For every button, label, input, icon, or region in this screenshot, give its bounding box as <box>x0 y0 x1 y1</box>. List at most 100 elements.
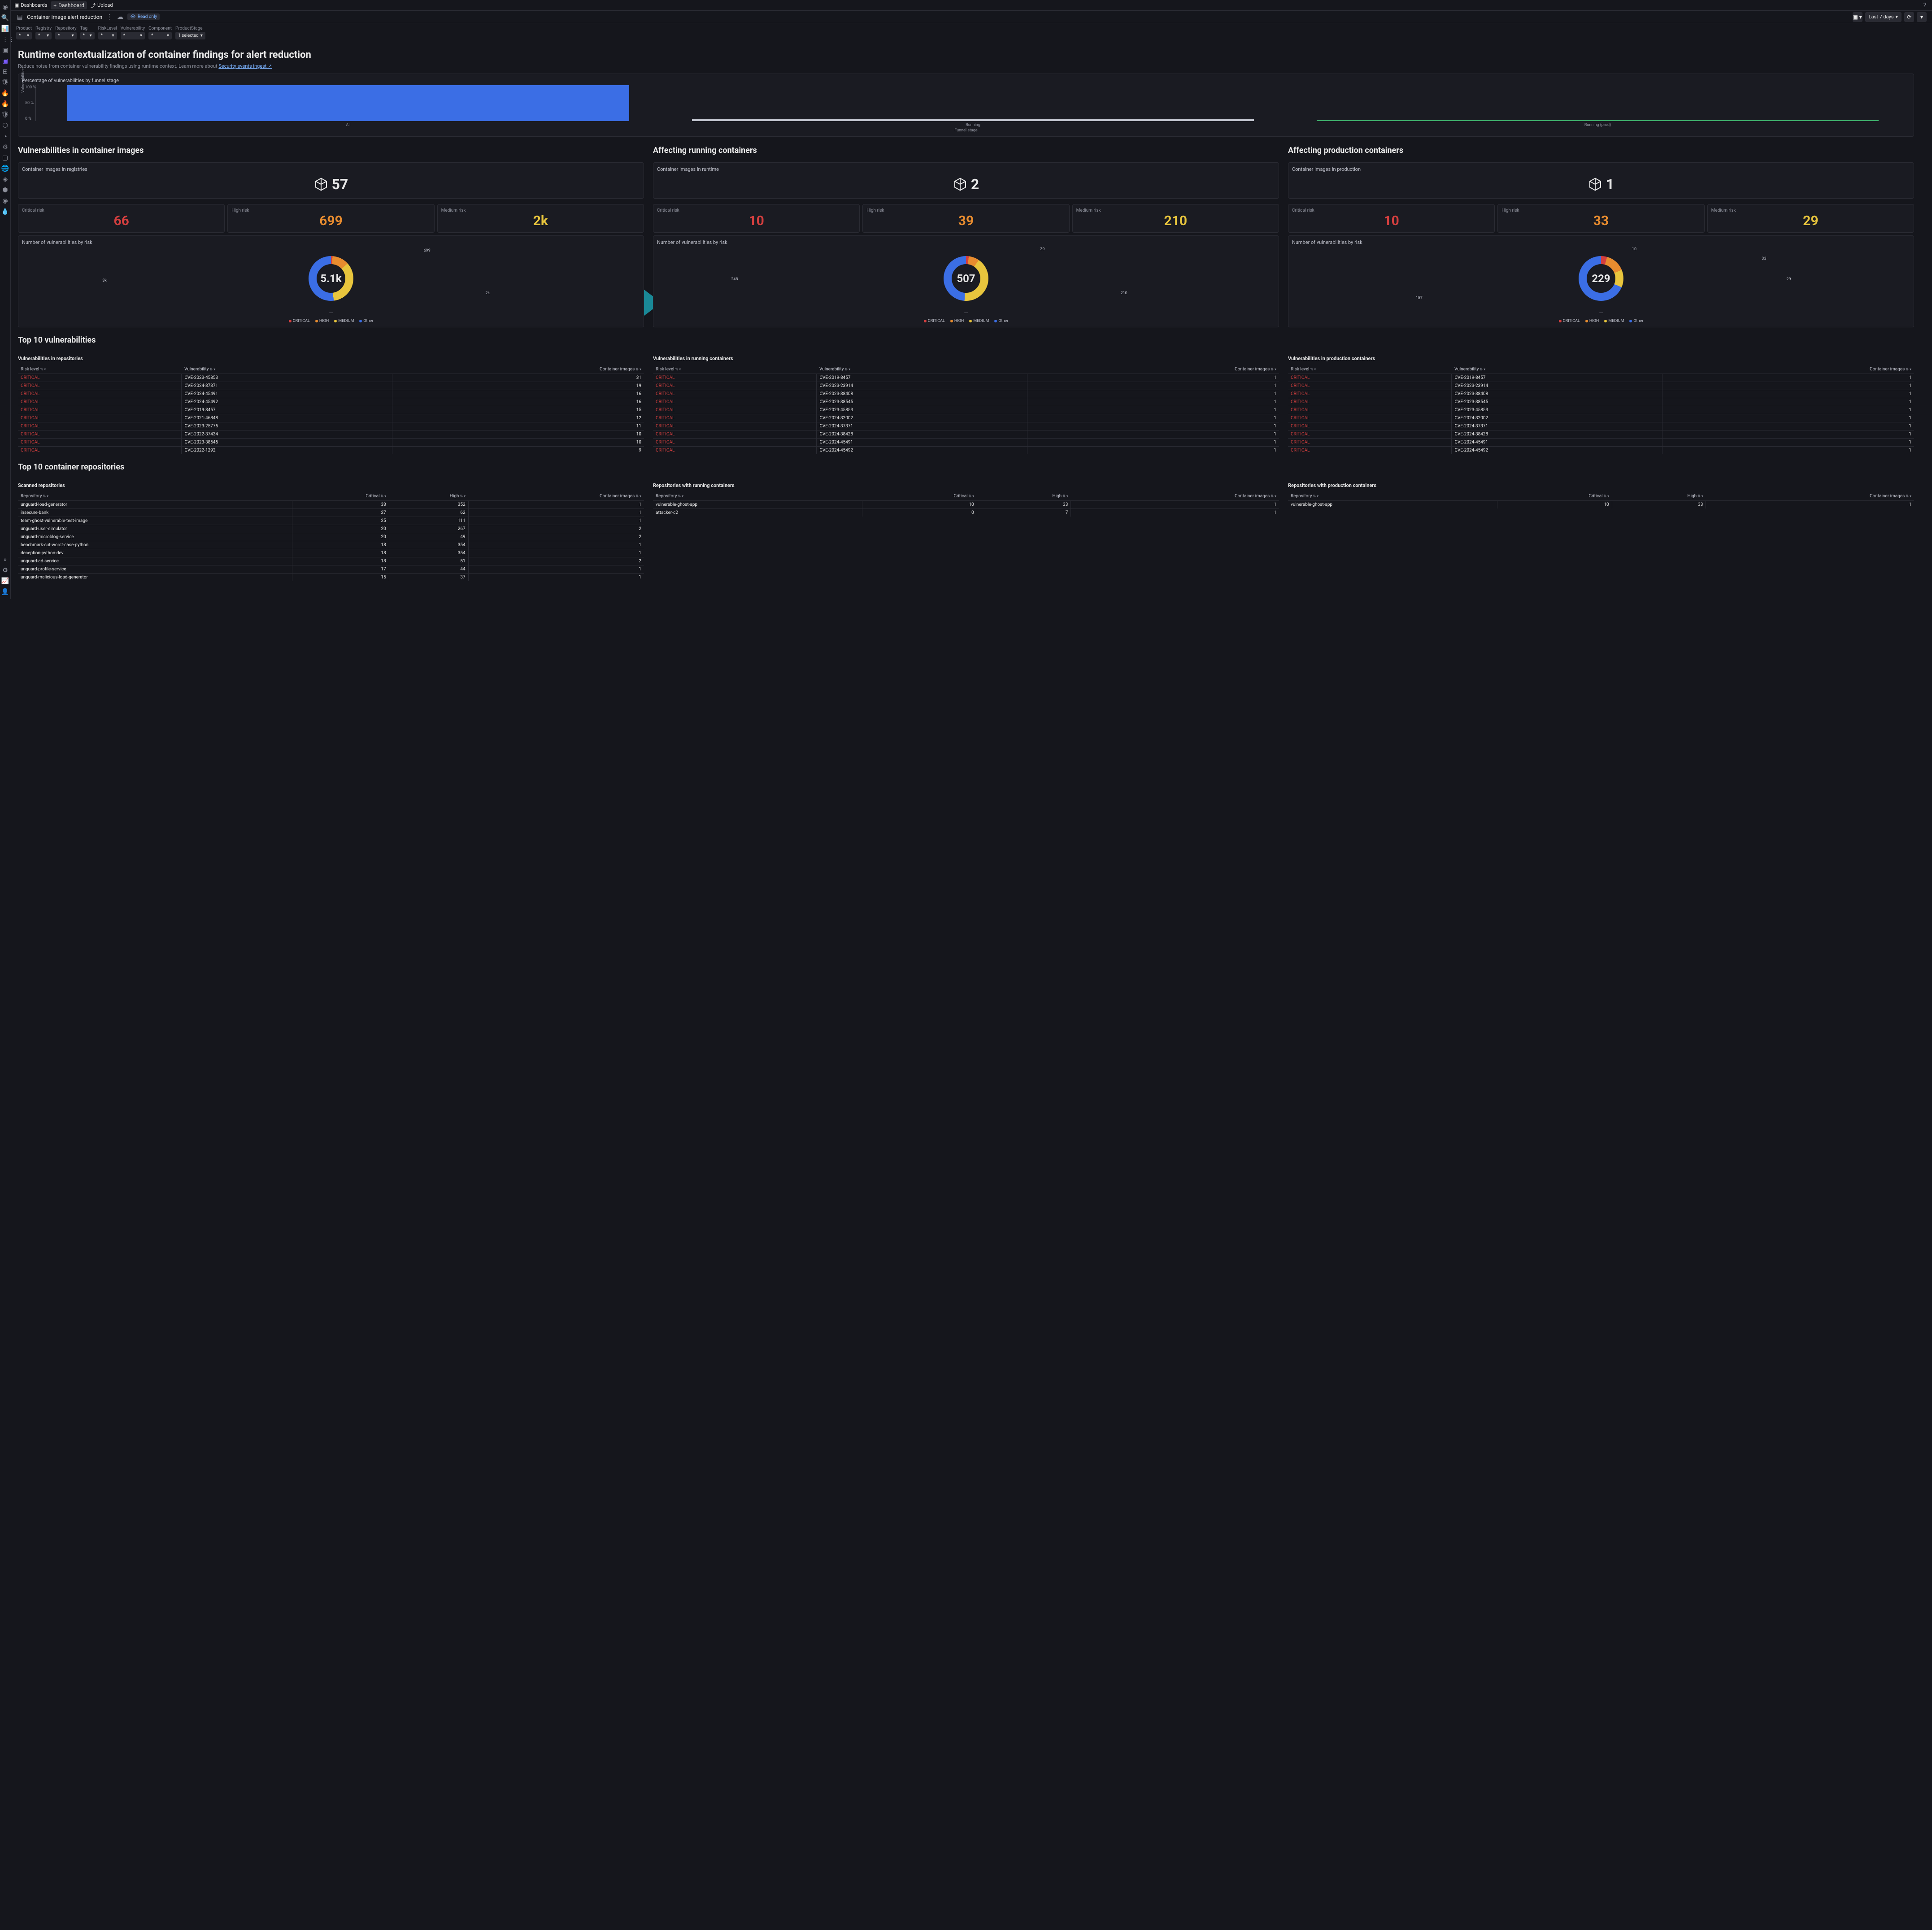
table-row[interactable]: deception-python-dev183541 <box>18 549 644 557</box>
table-row[interactable]: CRITICALCVE-2024-454911 <box>653 439 1279 447</box>
table-row[interactable]: CRITICALCVE-2019-845715 <box>18 406 644 414</box>
gear-icon[interactable]: ⚙ <box>2 143 9 151</box>
legend-item[interactable]: MEDIUM <box>969 319 989 323</box>
refresh-dropdown[interactable]: ▾ <box>1917 12 1927 22</box>
cube-dropdown[interactable]: ▣ ▾ <box>1853 12 1862 22</box>
user-icon[interactable]: 👤 <box>2 588 9 596</box>
legend-item[interactable]: MEDIUM <box>1604 319 1624 323</box>
table-row[interactable]: vulnerable-ghost-app10331 <box>1288 501 1914 509</box>
table-row[interactable]: CRITICALCVE-2023-385451 <box>653 398 1279 406</box>
table-row[interactable]: CRITICALCVE-2023-384081 <box>653 390 1279 398</box>
table-row[interactable]: CRITICALCVE-2019-84571 <box>1288 374 1914 382</box>
table-row[interactable]: unguard-microblog-service20492 <box>18 533 644 541</box>
table-row[interactable]: CRITICALCVE-2023-458531 <box>1288 406 1914 414</box>
legend-item[interactable]: CRITICAL <box>1559 319 1580 323</box>
filter-vulnerability[interactable]: * ▾ <box>121 32 145 39</box>
table-row[interactable]: CRITICALCVE-2023-3854510 <box>18 439 644 447</box>
legend-item[interactable]: HIGH <box>950 319 964 323</box>
table-row[interactable]: unguard-malicious-load-generator15371 <box>18 574 644 582</box>
layout-icon[interactable]: ▤ <box>16 13 23 21</box>
ingest-link[interactable]: Security events ingest ↗ <box>218 63 272 69</box>
table-row[interactable]: unguard-profile-service17441 <box>18 565 644 574</box>
table-row[interactable]: benchmark-sut-worst-case-python183541 <box>18 541 644 549</box>
filter-product[interactable]: * ▾ <box>16 32 32 39</box>
upload-button[interactable]: ⤴Upload <box>91 2 113 9</box>
table-row[interactable]: CRITICALCVE-2024-320021 <box>653 414 1279 422</box>
table-row[interactable]: CRITICALCVE-2024-4549116 <box>18 390 644 398</box>
legend-item[interactable]: CRITICAL <box>289 319 310 323</box>
table-row[interactable]: CRITICALCVE-2024-3737119 <box>18 382 644 390</box>
funnel-bar[interactable] <box>1317 120 1879 121</box>
table-row[interactable]: CRITICALCVE-2024-373711 <box>1288 422 1914 430</box>
cube-icon[interactable]: ▣ <box>2 47 9 54</box>
filter-component[interactable]: * ▾ <box>148 32 172 39</box>
more-icon[interactable]: ⋮ <box>106 13 113 21</box>
hex-icon[interactable]: ⬡ <box>2 122 9 129</box>
shield2-icon[interactable]: 🛡 <box>2 111 9 118</box>
timerange-picker[interactable]: Last 7 days▾ <box>1865 12 1902 22</box>
table-row[interactable]: CRITICALCVE-2024-454921 <box>1288 447 1914 455</box>
search-icon[interactable]: 🔍 <box>2 14 9 22</box>
table-row[interactable]: unguard-user-simulator202672 <box>18 525 644 533</box>
table-row[interactable]: unguard-load-generator333521 <box>18 501 644 509</box>
clock-icon[interactable]: ◔ <box>2 133 9 140</box>
dashboards-icon[interactable]: 📊 <box>2 25 9 32</box>
circle-icon[interactable]: ◉ <box>2 197 9 204</box>
table-row[interactable]: CRITICALCVE-2024-320021 <box>1288 414 1914 422</box>
table-row[interactable]: CRITICALCVE-2022-3743410 <box>18 430 644 439</box>
table-row[interactable]: CRITICALCVE-2021-4684812 <box>18 414 644 422</box>
table-row[interactable]: CRITICALCVE-2024-4549216 <box>18 398 644 406</box>
refresh-button[interactable]: ⟳ <box>1904 12 1914 22</box>
legend-item[interactable]: Other <box>359 319 373 323</box>
table-row[interactable]: CRITICALCVE-2023-2577511 <box>18 422 644 430</box>
filter-productstage[interactable]: 1 selected ▾ <box>175 32 205 39</box>
table-row[interactable]: CRITICALCVE-2023-458531 <box>653 406 1279 414</box>
drop-icon[interactable]: 💧 <box>2 208 9 215</box>
legend-item[interactable]: HIGH <box>1585 319 1599 323</box>
table-row[interactable]: attacker-c2071 <box>653 509 1279 517</box>
expand-icon[interactable]: » <box>2 556 9 563</box>
table-row[interactable]: CRITICALCVE-2023-384081 <box>1288 390 1914 398</box>
filter-tag[interactable]: * ▾ <box>80 32 95 39</box>
legend-item[interactable]: Other <box>1629 319 1643 323</box>
table-row[interactable]: unguard-ad-service18512 <box>18 557 644 565</box>
legend-item[interactable]: CRITICAL <box>924 319 945 323</box>
table-row[interactable]: CRITICALCVE-2023-239141 <box>1288 382 1914 390</box>
table-row[interactable]: CRITICALCVE-2022-12929 <box>18 447 644 455</box>
funnel-bar[interactable] <box>67 85 630 121</box>
shield-icon[interactable]: 🛡 <box>2 79 9 86</box>
table-row[interactable]: CRITICALCVE-2023-4585331 <box>18 374 644 382</box>
table-row[interactable]: CRITICALCVE-2019-84571 <box>653 374 1279 382</box>
table-row[interactable]: CRITICALCVE-2023-239141 <box>653 382 1279 390</box>
box-icon[interactable]: ▢ <box>2 154 9 161</box>
funnel-bar[interactable] <box>692 119 1254 121</box>
table-row[interactable]: CRITICALCVE-2024-373711 <box>653 422 1279 430</box>
filter-risklevel[interactable]: * ▾ <box>98 32 117 39</box>
filter-registry[interactable]: * ▾ <box>35 32 52 39</box>
table-row[interactable]: CRITICALCVE-2023-385451 <box>1288 398 1914 406</box>
dashboards-link[interactable]: ▣Dashboards <box>14 2 47 8</box>
table-row[interactable]: CRITICALCVE-2024-384281 <box>1288 430 1914 439</box>
help-icon[interactable]: ? <box>1921 2 1928 9</box>
table-row[interactable]: insecure-bank27621 <box>18 509 644 517</box>
globe-icon[interactable]: 🌐 <box>2 165 9 172</box>
apps-icon[interactable]: ⋮⋮⋮ <box>2 36 9 43</box>
cube-active-icon[interactable]: ▣ <box>2 57 9 65</box>
new-dashboard-button[interactable]: +Dashboard <box>51 1 87 9</box>
grid-icon[interactable]: ⊞ <box>2 68 9 75</box>
filter-repository[interactable]: * ▾ <box>55 32 76 39</box>
hex2-icon[interactable]: ⬢ <box>2 187 9 194</box>
legend-item[interactable]: Other <box>994 319 1008 323</box>
table-row[interactable]: vulnerable-ghost-app10331 <box>653 501 1279 509</box>
legend-item[interactable]: HIGH <box>315 319 329 323</box>
chart-icon[interactable]: 📈 <box>2 578 9 585</box>
table-row[interactable]: CRITICALCVE-2024-384281 <box>653 430 1279 439</box>
badge-icon[interactable]: ◈ <box>2 176 9 183</box>
cloud-icon[interactable]: ☁ <box>117 13 124 21</box>
logo-icon[interactable]: ◉ <box>2 4 9 11</box>
table-row[interactable]: team-ghost-vulnerable-test-image251111 <box>18 517 644 525</box>
table-row[interactable]: CRITICALCVE-2024-454911 <box>1288 439 1914 447</box>
table-row[interactable]: CRITICALCVE-2024-454921 <box>653 447 1279 455</box>
fire1-icon[interactable]: 🔥 <box>2 90 9 97</box>
settings-icon[interactable]: ⚙ <box>2 567 9 574</box>
